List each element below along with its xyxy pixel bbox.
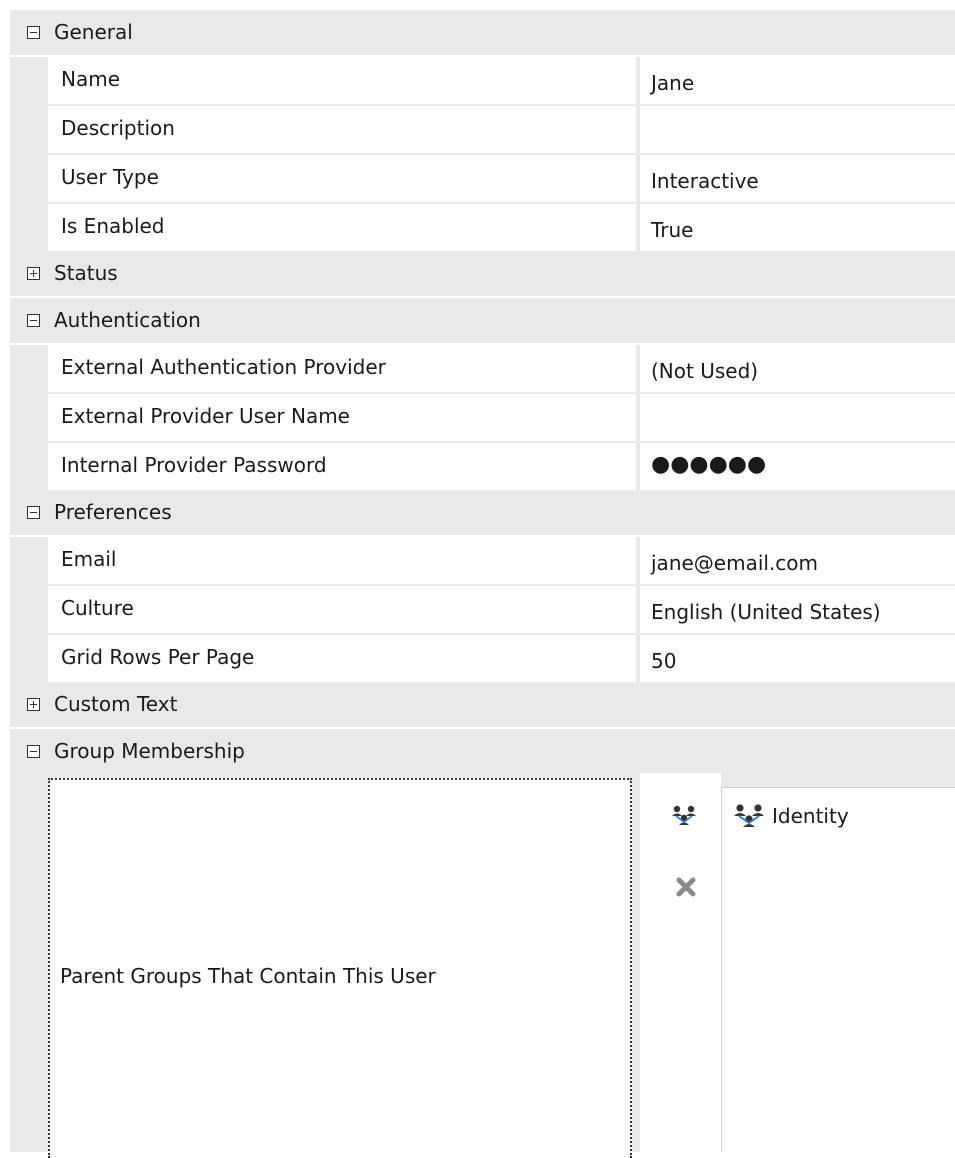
group-list[interactable]: Identity: [721, 787, 955, 1152]
user-type-value-field[interactable]: Interactive: [640, 155, 955, 202]
category-preferences[interactable]: Preferences: [10, 490, 955, 537]
property-label: Grid Rows Per Page: [61, 645, 255, 669]
property-row-culture: Culture English (United States): [10, 586, 955, 635]
property-row-internal-password: Internal Provider Password ●●●●●●: [10, 443, 955, 490]
category-group-membership[interactable]: Group Membership: [10, 729, 955, 773]
group-membership-panel: Parent Groups That Contain This User Ide…: [10, 773, 955, 1158]
category-authentication[interactable]: Authentication: [10, 298, 955, 345]
expand-toggle-icon[interactable]: [27, 698, 40, 711]
group-list-item-label: Identity: [772, 804, 849, 828]
property-label: Culture: [61, 596, 134, 620]
property-label: User Type: [61, 165, 159, 189]
collapse-toggle-icon[interactable]: [27, 745, 40, 758]
property-row-external-provider: External Authentication Provider (Not Us…: [10, 345, 955, 394]
category-label: Authentication: [54, 308, 201, 332]
category-general[interactable]: General: [10, 10, 955, 57]
category-label: Status: [54, 261, 118, 285]
external-user-name-value-field[interactable]: [640, 394, 955, 441]
external-provider-value-field[interactable]: (Not Used): [640, 345, 955, 392]
property-label: External Authentication Provider: [61, 355, 386, 379]
remove-icon: [676, 877, 696, 897]
email-value-field[interactable]: jane@email.com: [640, 537, 955, 584]
property-label-cell: External Provider User Name: [48, 394, 636, 441]
group-membership-toolbar: [640, 773, 721, 1152]
property-value: Interactive: [651, 169, 759, 193]
property-label: Is Enabled: [61, 214, 165, 238]
property-row-description: Description: [10, 106, 955, 155]
password-value-field[interactable]: ●●●●●●: [640, 443, 955, 490]
property-row-user-type: User Type Interactive: [10, 155, 955, 204]
property-label: Internal Provider Password: [61, 453, 327, 477]
property-label: External Provider User Name: [61, 404, 350, 428]
grid-rows-value-field[interactable]: 50: [640, 635, 955, 682]
collapse-toggle-icon[interactable]: [27, 26, 40, 39]
collapse-toggle-icon[interactable]: [27, 506, 40, 519]
property-label-cell: Internal Provider Password: [48, 443, 636, 490]
parent-groups-label: Parent Groups That Contain This User: [60, 964, 436, 988]
property-row-grid-rows: Grid Rows Per Page 50: [10, 635, 955, 682]
property-label-cell: Culture: [48, 586, 636, 633]
property-grid: General Name Jane Description User Type …: [0, 0, 955, 1158]
password-mask: ●●●●●●: [651, 452, 767, 477]
property-row-name: Name Jane: [10, 57, 955, 106]
property-row-external-user-name: External Provider User Name: [10, 394, 955, 443]
property-label-cell: User Type: [48, 155, 636, 202]
property-row-is-enabled: Is Enabled True: [10, 204, 955, 251]
category-custom-text[interactable]: Custom Text: [10, 682, 955, 729]
property-label: Description: [61, 116, 175, 140]
category-status[interactable]: Status: [10, 251, 955, 298]
remove-button[interactable]: [674, 875, 702, 903]
add-group-button[interactable]: [670, 803, 698, 831]
property-label-cell: Description: [48, 106, 636, 153]
category-label: Preferences: [54, 500, 172, 524]
expand-toggle-icon[interactable]: [27, 267, 40, 280]
property-label: Name: [61, 67, 121, 91]
category-label: General: [54, 20, 133, 44]
collapse-toggle-icon[interactable]: [27, 314, 40, 327]
culture-value-field[interactable]: English (United States): [640, 586, 955, 633]
property-value: jane@email.com: [651, 551, 819, 575]
property-label: Email: [61, 547, 117, 571]
property-label-cell: Email: [48, 537, 636, 584]
property-label-cell: Name: [48, 57, 636, 104]
parent-groups-label-cell: Parent Groups That Contain This User: [48, 778, 632, 1158]
left-gutter: [0, 0, 10, 1152]
property-value: Jane: [651, 71, 695, 95]
property-value: 50: [651, 649, 677, 673]
property-label-cell: Grid Rows Per Page: [48, 635, 636, 682]
is-enabled-value-field[interactable]: True: [640, 204, 955, 251]
group-icon: [734, 804, 764, 827]
property-value: True: [651, 218, 694, 242]
add-group-icon: [672, 805, 696, 825]
name-value-field[interactable]: Jane: [640, 57, 955, 104]
category-label: Group Membership: [54, 739, 245, 763]
property-label-cell: Is Enabled: [48, 204, 636, 251]
category-label: Custom Text: [54, 692, 178, 716]
property-row-email: Email jane@email.com: [10, 537, 955, 586]
description-value-field[interactable]: [640, 106, 955, 153]
property-value: (Not Used): [651, 359, 759, 383]
property-value: English (United States): [651, 600, 881, 624]
property-label-cell: External Authentication Provider: [48, 345, 636, 392]
